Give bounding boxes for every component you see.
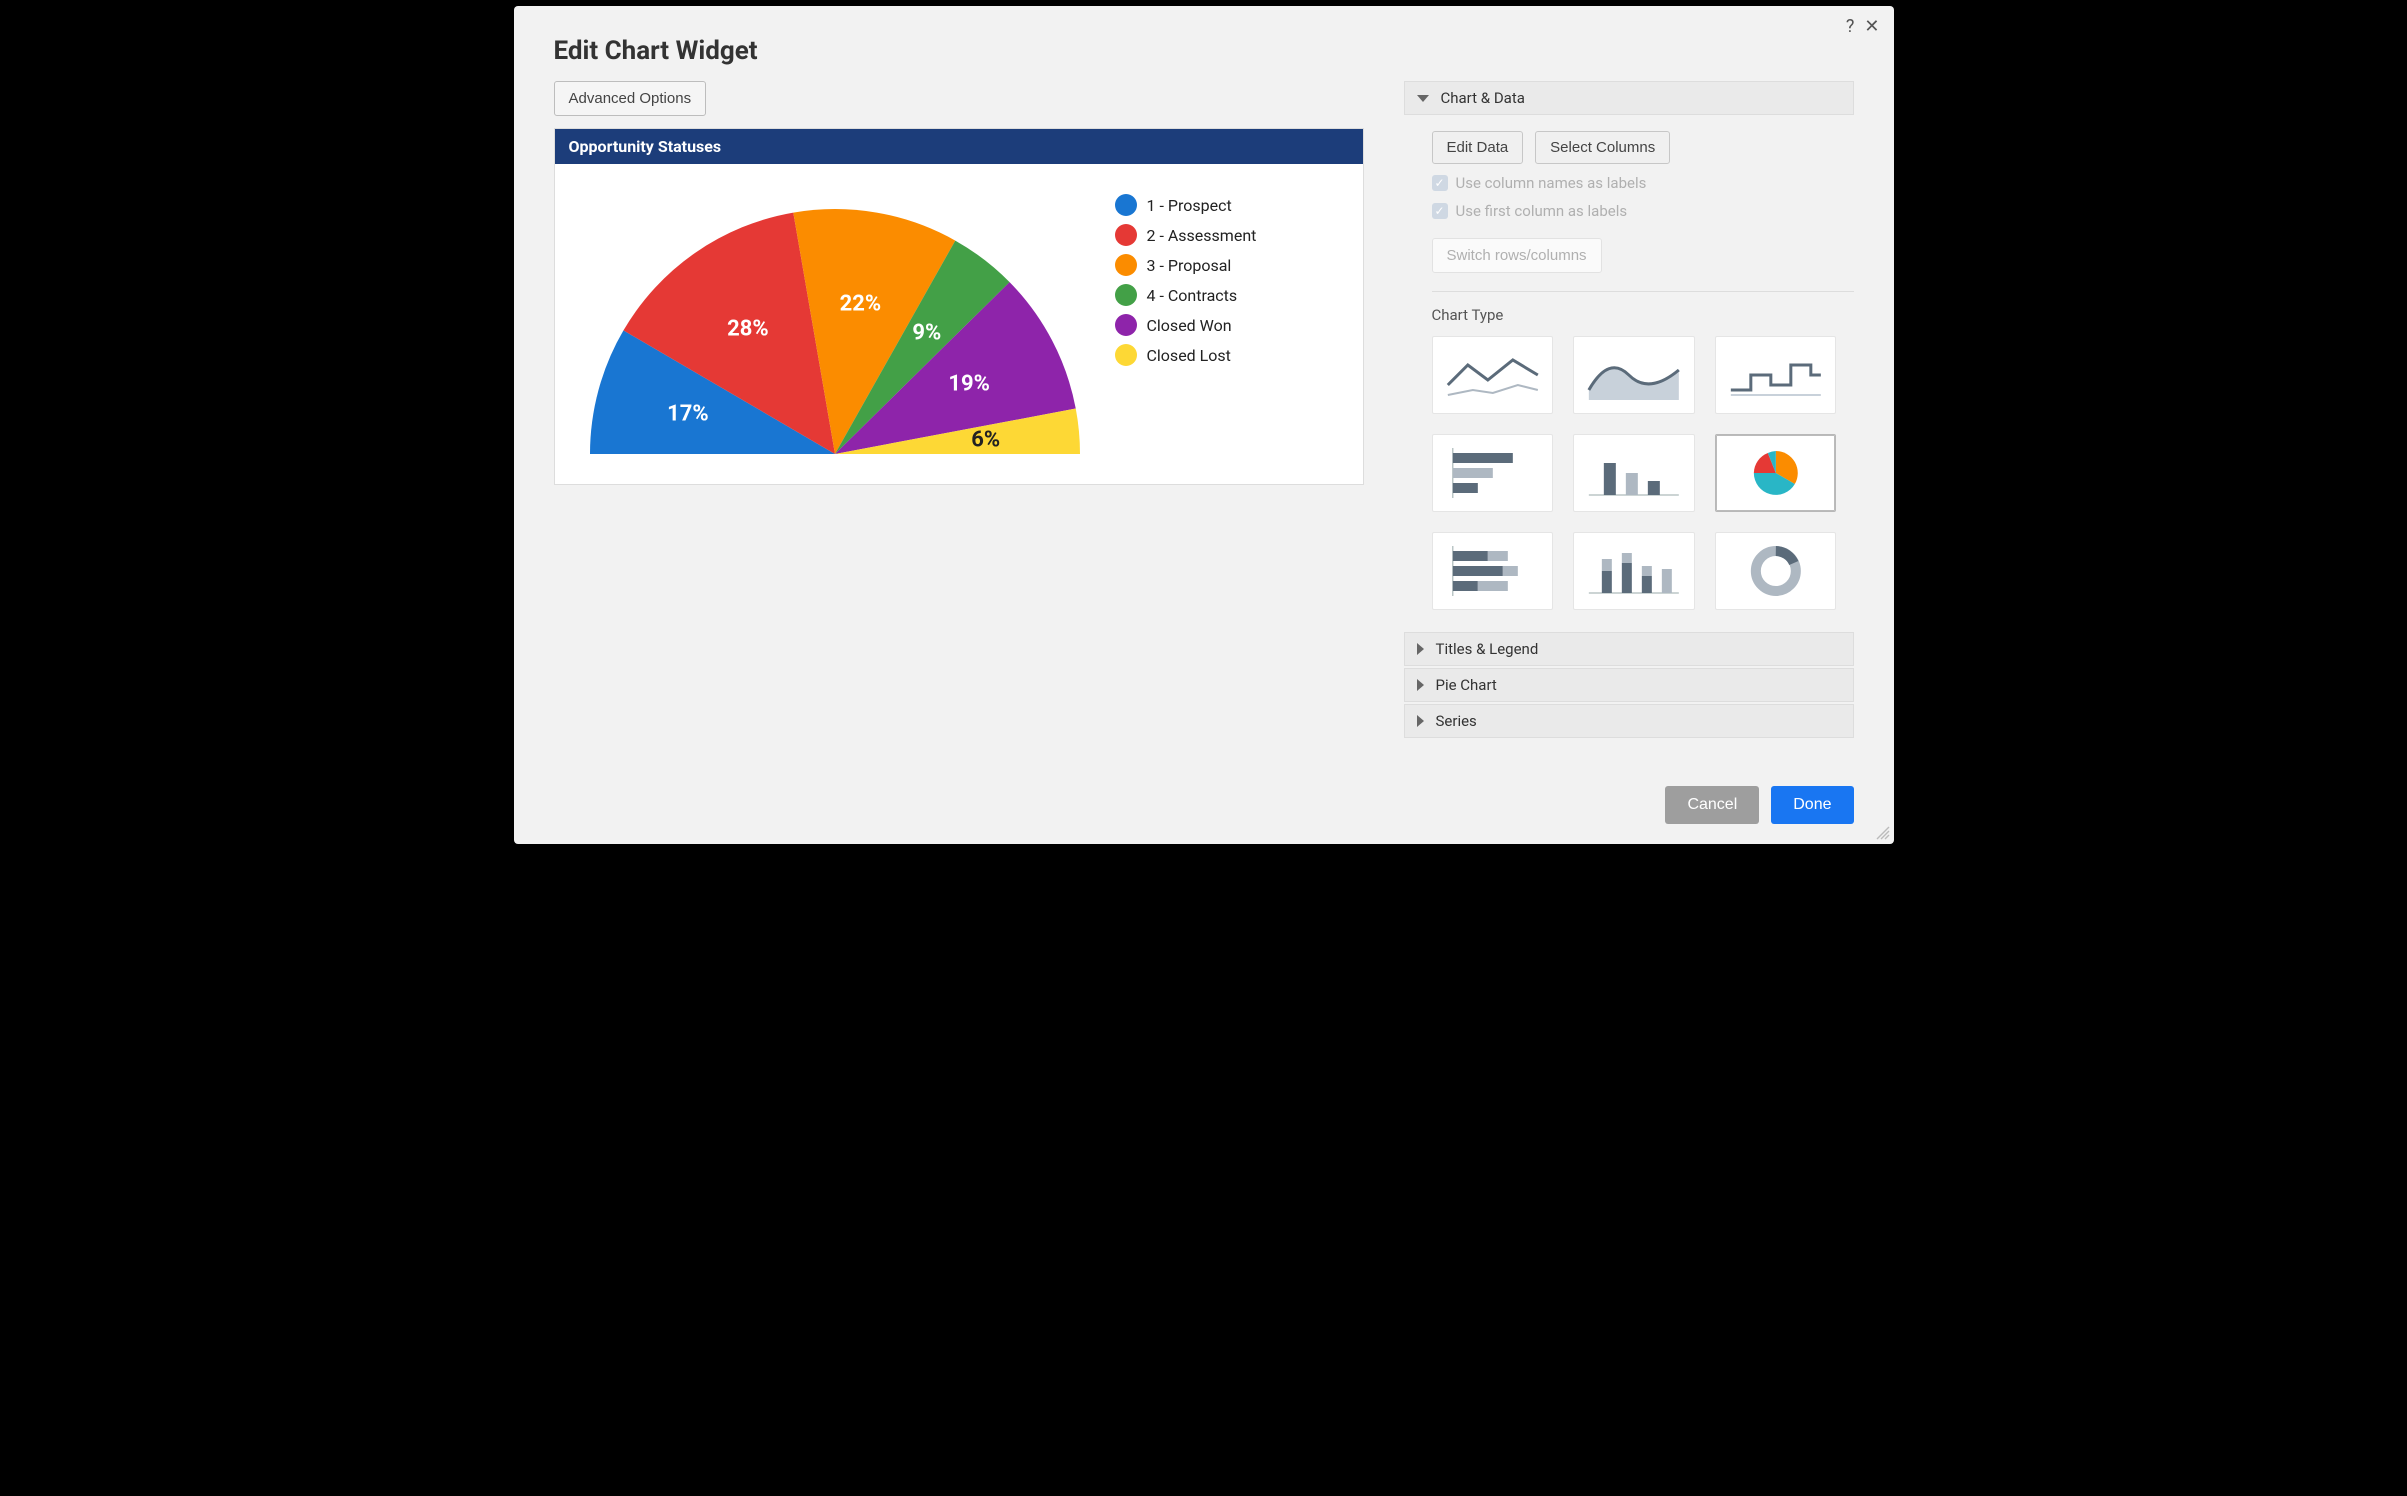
checkbox-first-column-as-labels[interactable]: ✓ Use first column as labels: [1432, 202, 1854, 220]
legend-label: 2 - Assessment: [1147, 226, 1257, 245]
section-title: Chart & Data: [1441, 89, 1525, 107]
chart-type-area[interactable]: [1573, 336, 1695, 414]
chevron-right-icon: [1417, 643, 1424, 655]
advanced-options-button[interactable]: Advanced Options: [554, 81, 707, 116]
cancel-button[interactable]: Cancel: [1665, 786, 1759, 824]
chart-type-grid: [1432, 336, 1837, 610]
legend-label: 3 - Proposal: [1147, 256, 1232, 275]
chart-type-bar-h[interactable]: [1432, 434, 1554, 512]
legend-item: Closed Won: [1115, 314, 1257, 336]
chart-type-bar-v-stacked[interactable]: [1573, 532, 1695, 610]
legend-swatch: [1115, 224, 1137, 246]
legend-swatch: [1115, 194, 1137, 216]
chart-type-pie[interactable]: [1715, 434, 1837, 512]
legend-label: Closed Lost: [1147, 346, 1231, 365]
legend-item: 3 - Proposal: [1115, 254, 1257, 276]
dialog-title: Edit Chart Widget: [554, 36, 1854, 66]
chart-type-donut[interactable]: [1715, 532, 1837, 610]
chart-title: Opportunity Statuses: [555, 129, 1363, 164]
check-icon: ✓: [1432, 203, 1448, 219]
edit-data-button[interactable]: Edit Data: [1432, 131, 1524, 164]
legend-label: Closed Won: [1147, 316, 1232, 335]
legend-label: 1 - Prospect: [1147, 196, 1232, 215]
legend-item: Closed Lost: [1115, 344, 1257, 366]
select-columns-button[interactable]: Select Columns: [1535, 131, 1670, 164]
chart-legend: 1 - Prospect 2 - Assessment 3 - Proposal 4 …: [1115, 194, 1257, 374]
divider: [1432, 291, 1854, 292]
legend-swatch: [1115, 344, 1137, 366]
chevron-down-icon: [1417, 95, 1429, 102]
chart-type-bar-h-stacked[interactable]: [1432, 532, 1554, 610]
chevron-right-icon: [1417, 679, 1424, 691]
done-button[interactable]: Done: [1771, 786, 1853, 824]
section-chart-and-data[interactable]: Chart & Data: [1404, 81, 1854, 115]
checkbox-label: Use column names as labels: [1456, 174, 1647, 192]
section-pie-chart[interactable]: Pie Chart: [1404, 668, 1854, 702]
legend-item: 1 - Prospect: [1115, 194, 1257, 216]
check-icon: ✓: [1432, 175, 1448, 191]
section-title: Pie Chart: [1436, 676, 1497, 694]
chart-type-label: Chart Type: [1432, 306, 1854, 324]
legend-swatch: [1115, 284, 1137, 306]
semi-pie-chart: 17%28%22%9%19%6%: [575, 184, 1095, 474]
legend-item: 2 - Assessment: [1115, 224, 1257, 246]
checkbox-column-names-as-labels[interactable]: ✓ Use column names as labels: [1432, 174, 1854, 192]
close-icon[interactable]: ✕: [1864, 16, 1879, 37]
chart-type-bar-v[interactable]: [1573, 434, 1695, 512]
chart-preview-card: Opportunity Statuses 17%28%22%9%19%6% 1 …: [554, 128, 1364, 485]
section-title: Titles & Legend: [1436, 640, 1539, 658]
chevron-right-icon: [1417, 715, 1424, 727]
chart-type-step[interactable]: [1715, 336, 1837, 414]
chart-type-line[interactable]: [1432, 336, 1554, 414]
section-titles-and-legend[interactable]: Titles & Legend: [1404, 632, 1854, 666]
resize-grip-icon[interactable]: [1875, 825, 1891, 841]
edit-chart-dialog: ? ✕ Edit Chart Widget Advanced Options O…: [514, 6, 1894, 844]
legend-label: 4 - Contracts: [1147, 286, 1238, 305]
checkbox-label: Use first column as labels: [1456, 202, 1628, 220]
legend-item: 4 - Contracts: [1115, 284, 1257, 306]
switch-rows-columns-button: Switch rows/columns: [1432, 238, 1602, 273]
section-title: Series: [1436, 712, 1477, 730]
section-series[interactable]: Series: [1404, 704, 1854, 738]
help-icon[interactable]: ?: [1846, 16, 1855, 37]
legend-swatch: [1115, 314, 1137, 336]
legend-swatch: [1115, 254, 1137, 276]
